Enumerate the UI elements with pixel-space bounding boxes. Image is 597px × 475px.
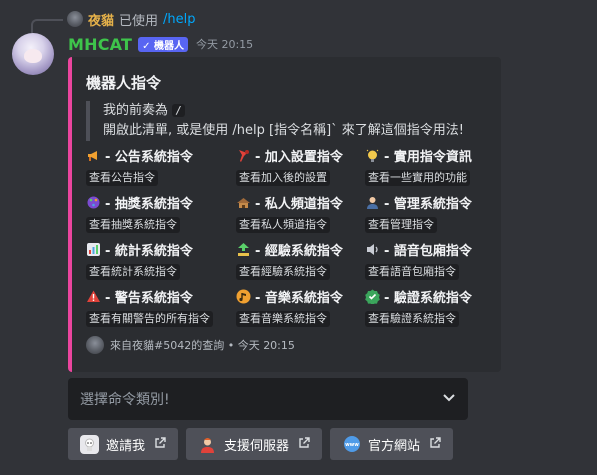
support-server-button[interactable]: 支援伺服器 xyxy=(186,428,323,460)
reply-command[interactable]: /help xyxy=(163,12,195,27)
speaker-icon xyxy=(365,242,380,257)
support-button-label: 支援伺服器 xyxy=(224,438,290,454)
invite-button-label: 邀請我 xyxy=(106,438,146,454)
warning-icon xyxy=(86,289,101,304)
footer-text: 來自夜貓#5042的查詢 • 今天 20:15 xyxy=(110,339,295,352)
reply-username[interactable]: 夜貓 xyxy=(88,10,114,29)
footer-avatar xyxy=(86,336,104,354)
field-name: - 加入設置指令 xyxy=(255,150,343,165)
hut-icon xyxy=(236,195,251,210)
message-timestamp: 今天 20:15 xyxy=(195,38,254,51)
bar-chart-icon xyxy=(86,242,101,257)
website-icon: www xyxy=(342,435,361,454)
field-announcement: - 公告系統指令 查看公告指令 xyxy=(86,147,236,186)
field-private-channel: - 私人頻道指令 查看私人頻道指令 xyxy=(236,194,365,233)
field-join-settings: - 加入設置指令 查看加入後的設置 xyxy=(236,147,365,186)
field-value: 查看管理指令 xyxy=(365,217,437,233)
select-placeholder: 選擇命令類別! xyxy=(80,392,170,408)
command-category-select[interactable]: 選擇命令類別! xyxy=(68,378,468,420)
field-value: 查看音樂系統指令 xyxy=(236,311,330,327)
external-link-icon xyxy=(429,436,441,452)
field-name: - 抽獎系統指令 xyxy=(105,197,193,212)
field-utility: - 實用指令資訊 查看一些實用的功能 xyxy=(365,147,496,186)
field-giveaway: - 抽獎系統指令 查看抽獎系統指令 xyxy=(86,194,236,233)
field-name: - 統計系統指令 xyxy=(105,244,193,259)
embed-description: 我的前奏為 / 開啟此清單, 或是使用 /help [指令名稱]` 來了解這個指… xyxy=(86,101,464,141)
field-name: - 管理系統指令 xyxy=(384,197,472,212)
dice-icon xyxy=(86,195,101,210)
manager-icon xyxy=(365,195,380,210)
music-note-icon xyxy=(236,289,251,304)
link-buttons: 邀請我 支援伺服器 www 官方網站 xyxy=(68,428,454,460)
external-link-icon xyxy=(298,436,310,452)
reply-context[interactable]: 夜貓 已使用 /help xyxy=(67,10,196,29)
field-value: 查看加入後的設置 xyxy=(236,170,330,186)
level-up-icon xyxy=(236,242,251,257)
bot-tag: ✓ 機器人 xyxy=(138,36,188,52)
reply-avatar[interactable] xyxy=(67,11,83,27)
field-voice-room: - 語音包廂指令 查看語音包廂指令 xyxy=(365,241,496,280)
field-name: - 音樂系統指令 xyxy=(255,291,343,306)
field-name: - 經驗系統指令 xyxy=(255,244,343,259)
field-value: 查看抽獎系統指令 xyxy=(86,217,180,233)
reply-spine xyxy=(31,19,63,33)
invite-button[interactable]: 邀請我 xyxy=(68,428,179,460)
field-value: 查看公告指令 xyxy=(86,170,158,186)
support-person-icon xyxy=(198,435,217,454)
field-name: - 私人頻道指令 xyxy=(255,197,343,212)
external-link-icon xyxy=(154,436,166,452)
prefix-code: / xyxy=(172,104,185,117)
embed-footer: 來自夜貓#5042的查詢 • 今天 20:15 xyxy=(86,336,295,354)
message-header: MHCAT ✓ 機器人 今天 20:15 xyxy=(68,34,253,54)
field-name: - 警告系統指令 xyxy=(105,291,193,306)
help-embed: 機器人指令 我的前奏為 / 開啟此清單, 或是使用 /help [指令名稱]` … xyxy=(68,57,501,372)
field-moderation: - 管理系統指令 查看管理指令 xyxy=(365,194,496,233)
field-verification: - 驗證系統指令 查看驗證系統指令 xyxy=(365,288,496,327)
field-name: - 語音包廂指令 xyxy=(384,244,472,259)
field-warning: - 警告系統指令 查看有關警告的所有指令 xyxy=(86,288,236,327)
field-value: 查看經驗系統指令 xyxy=(236,264,330,280)
field-value: 查看語音包廂指令 xyxy=(365,264,459,280)
field-statistics: - 統計系統指令 查看統計系統指令 xyxy=(86,241,236,280)
sparkle-bulb-icon xyxy=(365,148,380,163)
field-value: 查看私人頻道指令 xyxy=(236,217,330,233)
field-value: 查看有關警告的所有指令 xyxy=(86,311,213,327)
website-button-label: 官方網站 xyxy=(368,438,421,454)
embed-fields: - 公告系統指令 查看公告指令 - 加入設置指令 查看加入後的設置 - 實用指令… xyxy=(86,147,496,327)
field-experience: - 經驗系統指令 查看經驗系統指令 xyxy=(236,241,365,280)
field-value: 查看一些實用的功能 xyxy=(365,170,470,186)
bot-avatar[interactable] xyxy=(12,33,54,75)
website-button[interactable]: www 官方網站 xyxy=(330,428,454,460)
author-username[interactable]: MHCAT xyxy=(68,35,132,54)
megaphone-icon xyxy=(86,148,101,163)
reply-action: 已使用 xyxy=(119,13,159,29)
pushpin-icon xyxy=(236,148,251,163)
field-music: - 音樂系統指令 查看音樂系統指令 xyxy=(236,288,365,327)
verified-check-icon xyxy=(365,289,380,304)
field-name: - 公告系統指令 xyxy=(105,150,193,165)
svg-text:www: www xyxy=(345,442,359,448)
field-value: 查看驗證系統指令 xyxy=(365,311,459,327)
invite-bot-icon xyxy=(80,434,99,454)
description-prefix-text: 我的前奏為 xyxy=(103,103,169,118)
field-value: 查看統計系統指令 xyxy=(86,264,180,280)
description-help-text: 開啟此清單, 或是使用 /help [指令名稱]` 來了解這個指令用法! xyxy=(103,123,464,138)
field-name: - 實用指令資訊 xyxy=(384,150,472,165)
chevron-down-icon xyxy=(442,392,456,406)
embed-title: 機器人指令 xyxy=(86,74,162,92)
field-name: - 驗證系統指令 xyxy=(384,291,472,306)
